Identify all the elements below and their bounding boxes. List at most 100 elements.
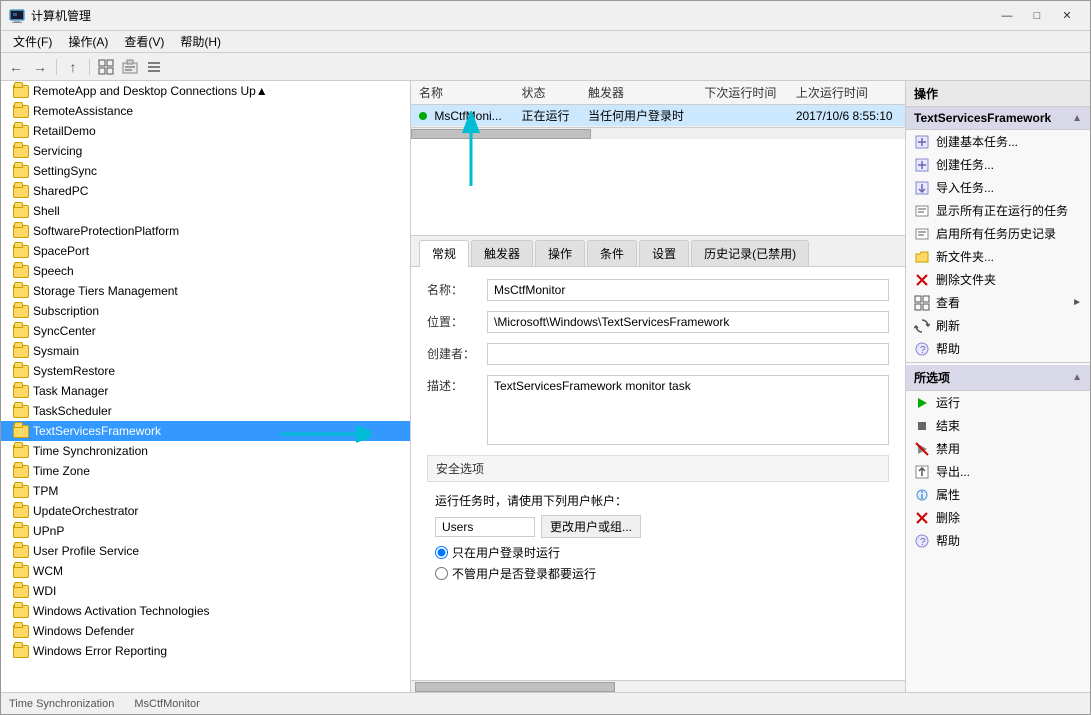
action-properties[interactable]: 属性	[906, 483, 1090, 506]
up-button[interactable]: ↑	[62, 56, 84, 78]
action-enable-history-label: 启用所有任务历史记录	[936, 225, 1056, 242]
tree-item-sharedpc[interactable]: SharedPC	[1, 181, 410, 201]
col-last-run[interactable]: 上次运行时间	[788, 81, 905, 105]
action-create-basic[interactable]: 创建基本任务...	[906, 130, 1090, 153]
menu-action[interactable]: 操作(A)	[60, 31, 116, 52]
tree-item-sysmain[interactable]: Sysmain	[1, 341, 410, 361]
tree-item-wdi[interactable]: WDI	[1, 581, 410, 601]
action-create-basic-label: 创建基本任务...	[936, 133, 1018, 150]
action-help-tsf[interactable]: ? 帮助	[906, 337, 1090, 360]
action-delete[interactable]: 删除	[906, 506, 1090, 529]
action-delete-folder[interactable]: 删除文件夹	[906, 268, 1090, 291]
tree-item-retaildemo[interactable]: RetailDemo	[1, 121, 410, 141]
run-user-label: 运行任务时，请使用下列用户帐户：	[427, 490, 889, 511]
show-hide-button[interactable]	[95, 56, 117, 78]
tree-item-updateorchestrator[interactable]: UpdateOrchestrator	[1, 501, 410, 521]
tree-item-upnp[interactable]: UPnP	[1, 521, 410, 541]
tab-actions[interactable]: 操作	[535, 240, 585, 266]
folder-icon	[13, 605, 29, 618]
run-user-value[interactable]: Users	[435, 517, 535, 537]
tab-history[interactable]: 历史记录(已禁用)	[691, 240, 809, 266]
tree-item-wcm[interactable]: WCM	[1, 561, 410, 581]
tree-item-userprofileservice[interactable]: User Profile Service	[1, 541, 410, 561]
action-help[interactable]: ? 帮助	[906, 529, 1090, 552]
col-status[interactable]: 状态	[514, 81, 581, 105]
properties-button[interactable]	[119, 56, 141, 78]
radio-always-run-input[interactable]	[435, 567, 448, 580]
action-new-folder[interactable]: 新文件夹...	[906, 245, 1090, 268]
tree-item-timesync[interactable]: Time Synchronization	[1, 441, 410, 461]
collapse-arrow-selected[interactable]: ▲	[1072, 372, 1082, 383]
horizontal-scrollbar[interactable]	[411, 127, 905, 139]
folder-icon	[13, 405, 29, 418]
tab-general[interactable]: 常规	[419, 240, 469, 267]
menu-file[interactable]: 文件(F)	[5, 31, 60, 52]
tab-settings[interactable]: 设置	[639, 240, 689, 266]
creator-value[interactable]	[487, 343, 889, 365]
tree-item-settingsync[interactable]: SettingSync	[1, 161, 410, 181]
task-trigger-cell: 当任何用户登录时	[580, 105, 696, 127]
minimize-button[interactable]: —	[992, 6, 1022, 26]
change-user-button[interactable]: 更改用户或组...	[541, 515, 641, 538]
action-end[interactable]: 结束	[906, 414, 1090, 437]
detail-content: 名称： MsCtfMonitor 位置： \Microsoft\Windows\…	[411, 267, 905, 680]
title-bar: 计算机管理 — □ ✕	[1, 1, 1090, 31]
disable-icon	[914, 441, 930, 457]
maximize-button[interactable]: □	[1022, 6, 1052, 26]
toolbar-sep-1	[56, 59, 57, 75]
collapse-arrow[interactable]: ▲	[1072, 113, 1082, 124]
tree-item-taskmanager[interactable]: Task Manager	[1, 381, 410, 401]
menu-help[interactable]: 帮助(H)	[172, 31, 229, 52]
tree-item-timezone[interactable]: Time Zone	[1, 461, 410, 481]
action-enable-history[interactable]: 启用所有任务历史记录	[906, 222, 1090, 245]
tree-item-speech[interactable]: Speech	[1, 261, 410, 281]
action-export[interactable]: 导出...	[906, 460, 1090, 483]
folder-icon	[13, 265, 29, 278]
col-next-run[interactable]: 下次运行时间	[696, 81, 787, 105]
help-tsf-icon: ?	[914, 341, 930, 357]
tree-item-windowserrorreporting[interactable]: Windows Error Reporting	[1, 641, 410, 661]
action-end-label: 结束	[936, 417, 960, 434]
name-value[interactable]: MsCtfMonitor	[487, 279, 889, 301]
tab-triggers[interactable]: 触发器	[471, 240, 533, 266]
svg-text:?: ?	[920, 537, 926, 548]
location-value[interactable]: \Microsoft\Windows\TextServicesFramework	[487, 311, 889, 333]
tree-item-tpm[interactable]: TPM	[1, 481, 410, 501]
tree-item-taskscheduler[interactable]: TaskScheduler	[1, 401, 410, 421]
close-button[interactable]: ✕	[1052, 6, 1082, 26]
tree-item-spaceport[interactable]: SpacePort	[1, 241, 410, 261]
status-right: MsCtfMonitor	[134, 698, 199, 710]
action-create-task[interactable]: 创建任务...	[906, 153, 1090, 176]
tab-conditions[interactable]: 条件	[587, 240, 637, 266]
tree-item-remoteapp[interactable]: RemoteApp and Desktop Connections Up▲	[1, 81, 410, 101]
tree-item-remoteassistance[interactable]: RemoteAssistance	[1, 101, 410, 121]
tree-item-shell[interactable]: Shell	[1, 201, 410, 221]
action-import[interactable]: 导入任务...	[906, 176, 1090, 199]
tree-item-windowsactivation[interactable]: Windows Activation Technologies	[1, 601, 410, 621]
tree-item-storagetiersmanagement[interactable]: Storage Tiers Management	[1, 281, 410, 301]
tree-item-textservicesframework[interactable]: TextServicesFramework	[1, 421, 410, 441]
col-name[interactable]: 名称	[411, 81, 514, 105]
action-refresh[interactable]: 刷新	[906, 314, 1090, 337]
list-button[interactable]	[143, 56, 165, 78]
menu-view[interactable]: 查看(V)	[116, 31, 172, 52]
action-run[interactable]: 运行	[906, 391, 1090, 414]
table-row[interactable]: MsCtfMoni... 正在运行 当任何用户登录时 2017/10/6 8:5…	[411, 105, 905, 127]
col-trigger[interactable]: 触发器	[580, 81, 696, 105]
tree-item-softwareprotection[interactable]: SoftwareProtectionPlatform	[1, 221, 410, 241]
tree-item-systemrestore[interactable]: SystemRestore	[1, 361, 410, 381]
actions-section-selected: 所选项 ▲	[906, 365, 1090, 391]
action-view-label: 查看	[936, 294, 960, 311]
bottom-scrollbar[interactable]	[411, 680, 905, 692]
back-button[interactable]: ←	[5, 56, 27, 78]
forward-button[interactable]: →	[29, 56, 51, 78]
action-view[interactable]: 查看 ►	[906, 291, 1090, 314]
action-show-running[interactable]: 显示所有正在运行的任务	[906, 199, 1090, 222]
tree-item-synccenter[interactable]: SyncCenter	[1, 321, 410, 341]
tree-item-windowsdefender[interactable]: Windows Defender	[1, 621, 410, 641]
radio-login-only-input[interactable]	[435, 546, 448, 559]
desc-value[interactable]: TextServicesFramework monitor task	[487, 375, 889, 445]
tree-item-subscription[interactable]: Subscription	[1, 301, 410, 321]
action-disable[interactable]: 禁用	[906, 437, 1090, 460]
tree-item-servicing[interactable]: Servicing	[1, 141, 410, 161]
